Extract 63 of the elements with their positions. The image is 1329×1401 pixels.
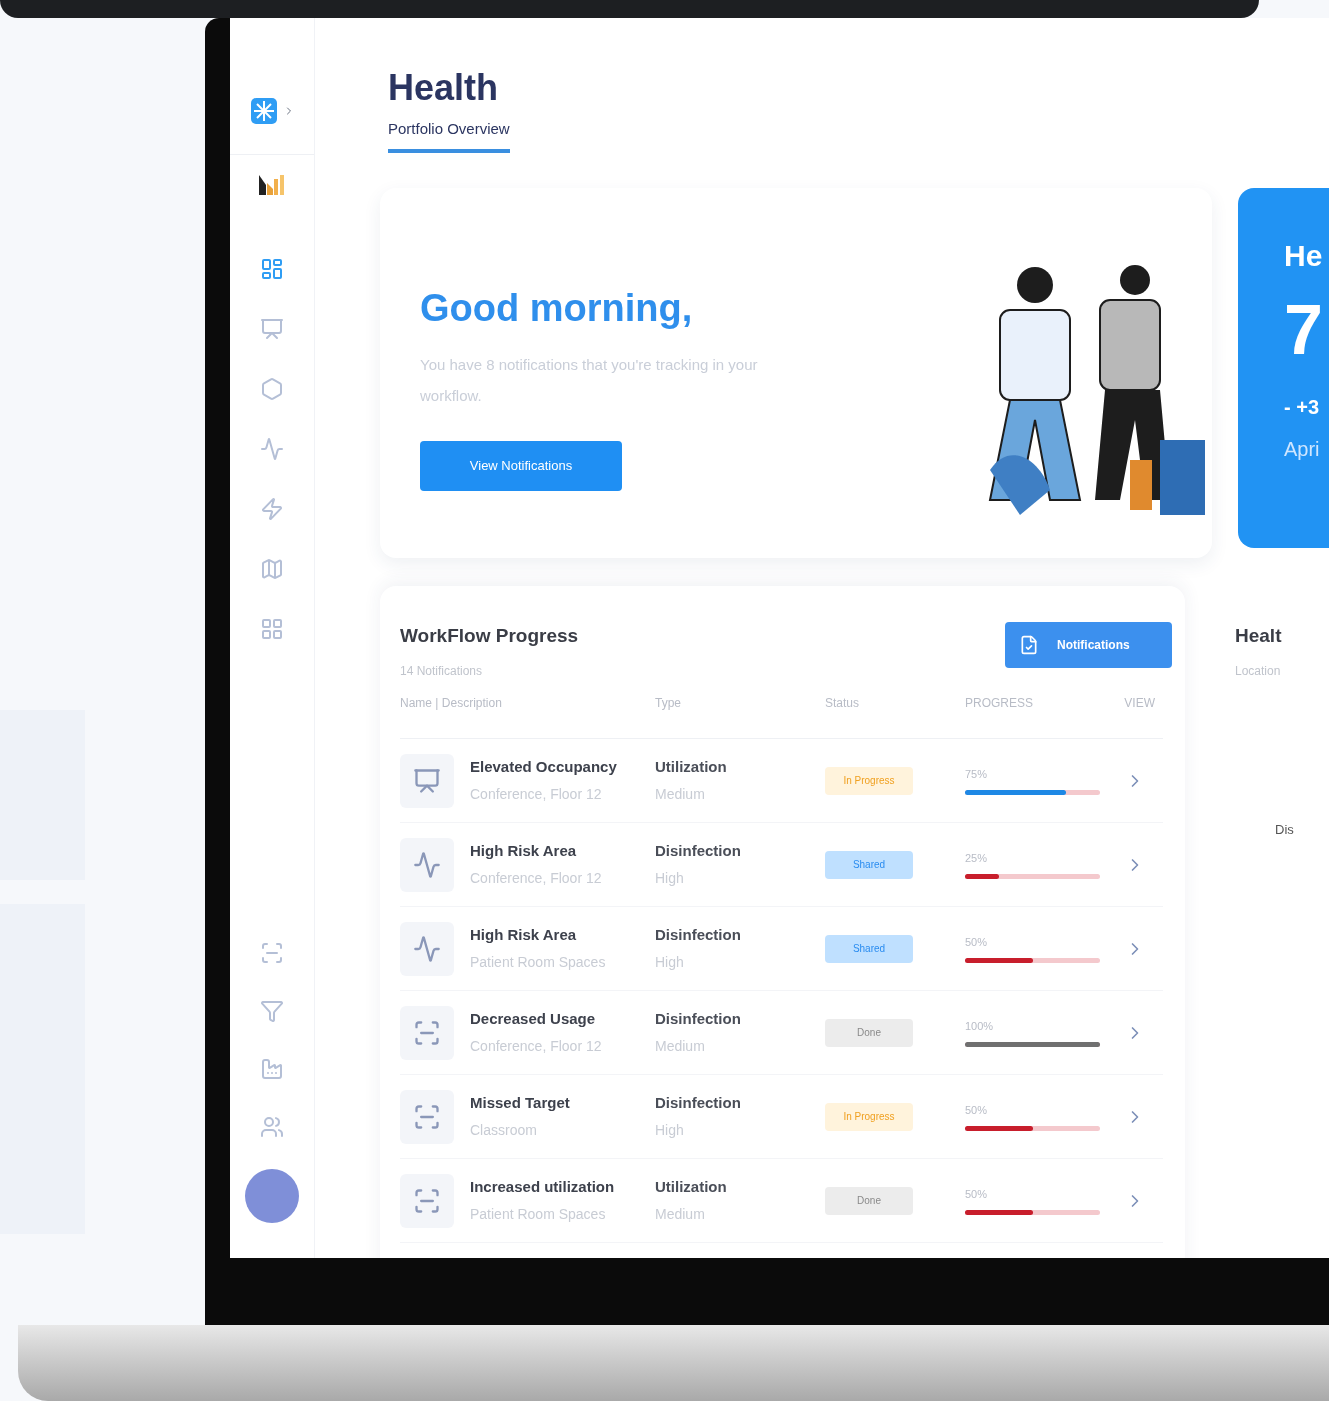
panel-label: Dis [1275,821,1295,839]
score-value: 7 [1284,289,1323,371]
row-name: High Risk Area [470,840,578,861]
grid-icon[interactable] [260,617,284,641]
row-type: Utilization [655,1176,728,1197]
status-badge: Done [825,1186,913,1215]
score-change: - +3 [1284,394,1321,420]
column-header: VIEW [1123,695,1156,712]
score-card-title: He [1284,237,1324,274]
pulse-icon[interactable] [260,437,284,461]
column-header: Name | Description [400,695,503,712]
view-notifications-button[interactable]: View Notifications [420,440,622,491]
column-header: PROGRESS [965,695,1034,712]
dashboard-icon[interactable] [260,257,284,281]
row-name: High Risk Area [470,924,578,945]
sensor-icon[interactable] [260,941,284,965]
status-badge: Shared [825,934,913,963]
avatar[interactable] [245,1169,299,1223]
progress-percent: 50% [965,1102,989,1118]
row-type: Utilization [655,756,728,777]
page-title: Health [388,66,500,110]
notifications-button[interactable]: Notifications [1005,621,1172,668]
progress-percent: 50% [965,934,989,950]
presentation-icon[interactable] [260,317,284,341]
panel-title: Healt [1235,623,1283,648]
progress-percent: 50% [965,1186,989,1202]
monitor-icon [413,766,441,795]
map-icon[interactable] [260,557,284,581]
pulse-icon [413,850,441,879]
score-date: Apri [1284,436,1321,462]
row-type: Disinfection [655,1092,742,1113]
lightning-icon[interactable] [260,497,284,521]
snowflake-logo-icon [249,96,279,126]
notification-count: 14 Notifications [400,663,484,680]
portfolio-overview-tab[interactable]: Portfolio Overview [388,118,510,153]
row-type: Disinfection [655,924,742,945]
row-type: Disinfection [655,840,742,861]
sensor-icon [413,1018,441,1047]
row-name: Missed Target [470,1092,570,1113]
status-badge: In Progress [825,1102,913,1131]
sensor-icon [413,1102,441,1131]
column-header: Status [825,695,861,712]
row-type: Disinfection [655,1008,742,1029]
progress-percent: 75% [965,766,989,782]
pulse-icon [413,934,441,963]
status-badge: Shared [825,850,913,879]
progress-percent: 100% [965,1018,995,1034]
sensor-icon [413,1186,441,1215]
workflow-title: WorkFlow Progress [400,623,579,648]
filter-icon[interactable] [260,999,284,1023]
row-name: Decreased Usage [470,1008,597,1029]
column-header: Type [655,695,682,712]
greeting-heading: Good morning, [420,285,694,331]
status-badge: Done [825,1018,913,1047]
progress-percent: 25% [965,850,989,866]
row-name: Elevated Occupancy [470,756,617,777]
users-icon[interactable] [260,1115,284,1139]
hexagon-icon[interactable] [260,377,284,401]
status-badge: In Progress [825,766,913,795]
factory-icon[interactable] [260,1057,284,1081]
row-name: Increased utilization [470,1176,615,1197]
document-icon [1019,634,1039,655]
panel-subtitle: Location [1235,663,1282,680]
